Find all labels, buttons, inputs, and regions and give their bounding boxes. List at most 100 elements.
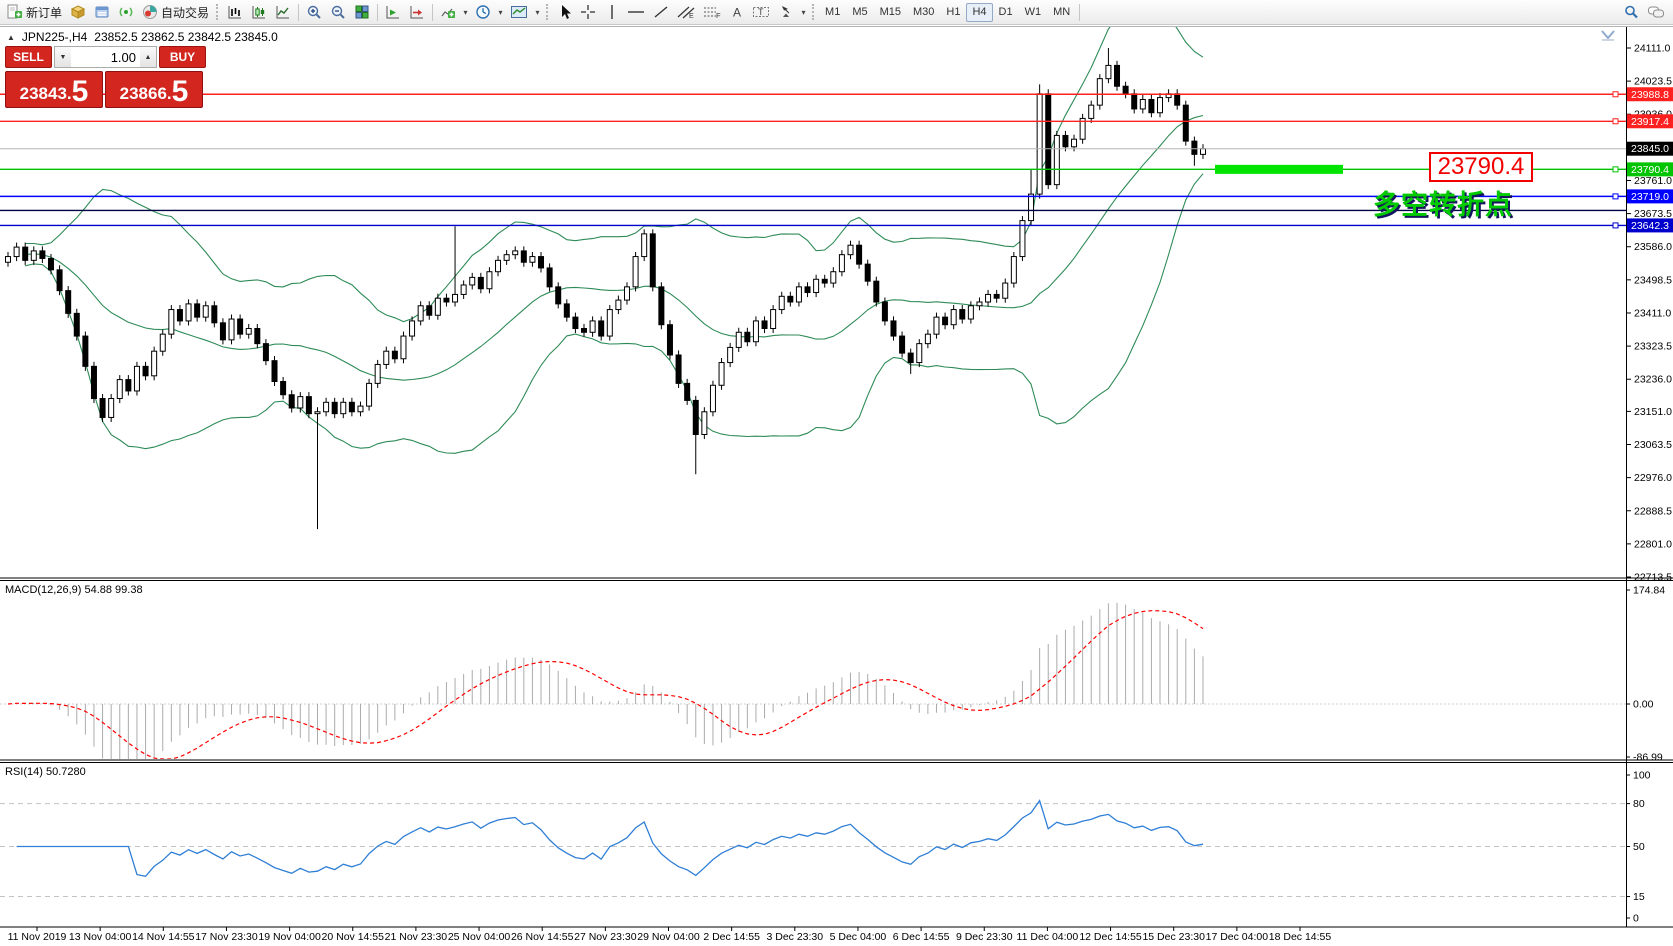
new-order-icon bbox=[6, 4, 23, 20]
symbol-info-bar[interactable]: ▲ JPN225-,H4 23852.5 23862.5 23842.5 238… bbox=[7, 30, 278, 44]
chat-button[interactable] bbox=[1643, 2, 1669, 23]
candlestick-chart-icon bbox=[251, 4, 267, 20]
tf-h1-button[interactable]: H1 bbox=[940, 3, 966, 22]
line-chart-button[interactable] bbox=[271, 2, 295, 23]
signals-button[interactable] bbox=[114, 2, 138, 23]
svg-text:21 Nov 23:30: 21 Nov 23:30 bbox=[385, 931, 448, 943]
tf-m1-button[interactable]: M1 bbox=[819, 3, 846, 22]
candlestick-chart-button[interactable] bbox=[247, 2, 271, 23]
chart-shift-button[interactable] bbox=[405, 2, 429, 23]
top-toolbar: 新订单 bbox=[0, 0, 1673, 25]
signals-icon bbox=[118, 4, 134, 20]
svg-text:23761.0: 23761.0 bbox=[1634, 175, 1672, 187]
tf-h4-button[interactable]: H4 bbox=[966, 3, 992, 22]
equidistant-channel-icon: E bbox=[677, 4, 695, 20]
channel-tool-button[interactable]: E bbox=[673, 2, 699, 23]
svg-text:80: 80 bbox=[1633, 798, 1645, 810]
arrows-tool-button[interactable] bbox=[774, 2, 798, 23]
indicators-button[interactable] bbox=[436, 2, 460, 23]
macd-scale: 174.840.00-86.99 bbox=[1626, 585, 1665, 764]
arrows-dropdown[interactable]: ▾ bbox=[798, 2, 809, 23]
candlesticks bbox=[6, 48, 1206, 529]
svg-text:50: 50 bbox=[1633, 841, 1645, 853]
tf-d1-button[interactable]: D1 bbox=[993, 3, 1019, 22]
search-button[interactable] bbox=[1619, 2, 1643, 23]
svg-text:0: 0 bbox=[1633, 913, 1639, 925]
trendline-tool-button[interactable] bbox=[649, 2, 673, 23]
templates-button[interactable] bbox=[506, 2, 532, 23]
indicators-dropdown[interactable]: ▾ bbox=[460, 2, 471, 23]
turning-point-annotation[interactable]: 多空转折点 bbox=[1373, 183, 1513, 222]
svg-text:100: 100 bbox=[1633, 770, 1651, 782]
svg-text:23673.5: 23673.5 bbox=[1634, 208, 1672, 220]
fibonacci-tool-button[interactable]: F bbox=[699, 2, 725, 23]
svg-text:6 Dec 14:55: 6 Dec 14:55 bbox=[893, 931, 950, 943]
volume-input[interactable] bbox=[71, 47, 140, 67]
tf-m5-button[interactable]: M5 bbox=[846, 3, 873, 22]
toolbar-separator bbox=[1079, 4, 1080, 21]
autotrading-button[interactable]: 自动交易 bbox=[138, 2, 213, 23]
svg-text:14 Nov 14:55: 14 Nov 14:55 bbox=[132, 931, 195, 943]
autotrading-icon bbox=[142, 4, 158, 20]
tf-m30-button[interactable]: M30 bbox=[907, 3, 940, 22]
volume-increase-button[interactable]: ▲ bbox=[140, 47, 156, 67]
macd-pane bbox=[0, 603, 1626, 759]
price-callout-box[interactable]: 23790.4 bbox=[1429, 152, 1533, 182]
bar-chart-button[interactable] bbox=[223, 2, 247, 23]
chat-icon bbox=[1647, 4, 1665, 20]
svg-text:5 Dec 04:00: 5 Dec 04:00 bbox=[830, 931, 887, 943]
periods-dropdown[interactable]: ▾ bbox=[495, 2, 506, 23]
tf-w1-button[interactable]: W1 bbox=[1019, 3, 1048, 22]
svg-text:25 Nov 04:00: 25 Nov 04:00 bbox=[448, 931, 511, 943]
crosshair-tool-button[interactable] bbox=[576, 2, 600, 23]
svg-text:23063.5: 23063.5 bbox=[1634, 439, 1672, 451]
chart-canvas[interactable]: 24111.024023.523936.023848.523761.023673… bbox=[0, 25, 1673, 946]
sell-price-pips: 5 bbox=[72, 80, 89, 104]
buy-price-display[interactable]: 23866.5 bbox=[105, 71, 203, 108]
new-order-button[interactable]: 新订单 bbox=[2, 2, 66, 23]
navigator-button[interactable] bbox=[90, 2, 114, 23]
zoom-out-icon bbox=[330, 4, 346, 20]
tf-mn-button[interactable]: MN bbox=[1047, 3, 1076, 22]
cursor-tool-button[interactable] bbox=[553, 2, 576, 23]
horizontal-line-tool-button[interactable] bbox=[623, 2, 649, 23]
auto-scroll-button[interactable] bbox=[381, 2, 405, 23]
svg-text:2 Dec 14:55: 2 Dec 14:55 bbox=[703, 931, 760, 943]
new-order-label: 新订单 bbox=[26, 4, 62, 21]
svg-text:23411.0: 23411.0 bbox=[1634, 307, 1671, 319]
tile-windows-icon bbox=[354, 4, 370, 20]
rsi-pane bbox=[0, 801, 1626, 897]
volume-stepper: ▼ ▲ bbox=[54, 46, 157, 68]
chart-corner-icon[interactable] bbox=[1600, 29, 1616, 42]
market-watch-button[interactable] bbox=[66, 2, 90, 23]
sell-price-display[interactable]: 23843.5 bbox=[5, 71, 103, 108]
time-axis[interactable]: 11 Nov 201913 Nov 04:0014 Nov 14:5517 No… bbox=[8, 927, 1332, 943]
text-tool-button[interactable]: A bbox=[725, 2, 748, 23]
collapse-triangle-icon[interactable]: ▲ bbox=[7, 33, 15, 42]
highlight-green-bar[interactable] bbox=[1215, 165, 1343, 174]
svg-text:-86.99: -86.99 bbox=[1633, 752, 1663, 764]
tile-windows-button[interactable] bbox=[350, 2, 374, 23]
periods-button[interactable] bbox=[471, 2, 495, 23]
svg-text:15: 15 bbox=[1633, 891, 1645, 903]
one-click-trading-panel: SELL ▼ ▲ BUY 23843.5 23866.5 bbox=[5, 46, 206, 108]
svg-text:23236.0: 23236.0 bbox=[1634, 374, 1672, 386]
buy-button[interactable]: BUY bbox=[159, 46, 206, 68]
bar-chart-icon bbox=[227, 4, 243, 20]
svg-text:29 Nov 04:00: 29 Nov 04:00 bbox=[637, 931, 700, 943]
zoom-in-button[interactable] bbox=[302, 2, 326, 23]
zoom-out-button[interactable] bbox=[326, 2, 350, 23]
trendline-icon bbox=[653, 4, 669, 20]
buy-price-pips: 5 bbox=[172, 80, 189, 104]
vertical-line-tool-button[interactable] bbox=[600, 2, 623, 23]
templates-dropdown[interactable]: ▾ bbox=[532, 2, 543, 23]
price-axis[interactable]: 24111.024023.523936.023848.523761.023673… bbox=[1626, 43, 1673, 584]
svg-text:11 Dec 04:00: 11 Dec 04:00 bbox=[1017, 931, 1079, 943]
text-label-tool-button[interactable]: T bbox=[748, 2, 774, 23]
sell-button[interactable]: SELL bbox=[5, 46, 52, 68]
search-icon bbox=[1623, 4, 1639, 20]
volume-decrease-button[interactable]: ▼ bbox=[55, 47, 71, 67]
tf-m15-button[interactable]: M15 bbox=[874, 3, 907, 22]
toolbar-separator bbox=[377, 4, 378, 21]
svg-text:24111.0: 24111.0 bbox=[1634, 43, 1671, 55]
